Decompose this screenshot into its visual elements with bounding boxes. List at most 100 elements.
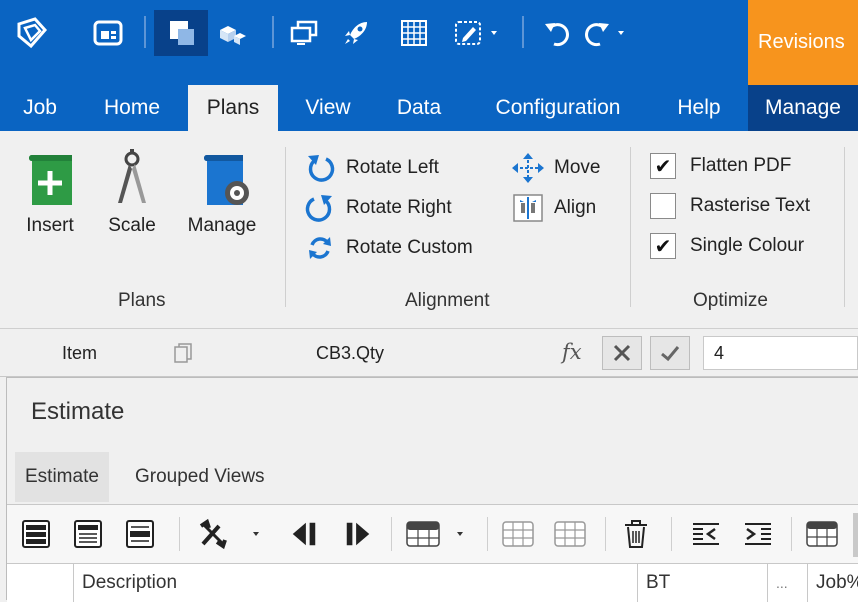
rotate-custom-label: Rotate Custom — [346, 237, 473, 258]
redo-dropdown-icon[interactable] — [578, 10, 632, 56]
grid-header: Description BT ... Job% — [7, 564, 858, 602]
revisions-button[interactable]: Revisions — [748, 0, 858, 85]
toolbar-separator — [791, 517, 792, 551]
estimate-panel: Estimate Estimate Grouped Views Descript… — [6, 377, 858, 602]
qat-separator — [272, 16, 274, 48]
move-icon — [512, 153, 544, 183]
move-button[interactable]: Move — [512, 153, 600, 183]
next-icon[interactable] — [343, 518, 373, 550]
edit-dropdown-icon[interactable] — [450, 10, 506, 56]
undo-icon[interactable] — [538, 10, 578, 56]
rotate-left-label: Rotate Left — [346, 157, 439, 178]
grid-icon[interactable] — [394, 10, 434, 56]
rocket-icon[interactable] — [336, 10, 376, 56]
group-separator — [285, 147, 286, 307]
formula-bar: Item CB3.Qty fx 4 — [0, 330, 858, 377]
insert-row-icon[interactable] — [553, 518, 587, 550]
tab-configuration[interactable]: Configuration — [476, 85, 640, 131]
column-description[interactable]: Description — [73, 564, 637, 602]
subtab-estimate[interactable]: Estimate — [15, 452, 109, 502]
indent-icon[interactable] — [741, 518, 775, 550]
tab-home[interactable]: Home — [90, 85, 174, 131]
scale-button[interactable]: Scale — [102, 149, 162, 237]
plans-group-label: Plans — [118, 290, 166, 311]
fx-icon[interactable]: fx — [562, 340, 582, 364]
alignment-group-label: Alignment — [405, 290, 490, 311]
toolbar-separator — [179, 517, 180, 551]
group-separator — [844, 147, 845, 307]
align-button[interactable]: Align — [512, 193, 596, 223]
flatten-pdf-checkbox[interactable]: ✔ Flatten PDF — [650, 153, 791, 179]
rotate-custom-icon — [309, 237, 331, 259]
check-icon — [661, 346, 680, 362]
manage-plans-button[interactable]: Manage — [180, 149, 264, 237]
rotate-right-label: Rotate Right — [346, 197, 452, 218]
panel-title: Estimate — [31, 398, 125, 425]
qat-separator — [522, 16, 524, 48]
tab-data[interactable]: Data — [384, 85, 454, 131]
align-label: Align — [554, 197, 597, 218]
toolbar-separator — [391, 517, 392, 551]
optimize-group-label: Optimize — [693, 290, 768, 311]
tab-plans[interactable]: Plans — [188, 85, 278, 131]
rotate-left-button[interactable]: Rotate Left — [304, 153, 439, 183]
quick-access-toolbar: Revisions — [0, 0, 858, 85]
single-colour-check-icon: ✔ — [650, 233, 676, 259]
move-label: Move — [554, 157, 601, 178]
single-colour-label: Single Colour — [690, 235, 805, 256]
align-icon — [513, 194, 543, 222]
cell-reference: CB3.Qty — [316, 343, 385, 363]
insert-plan-icon — [29, 155, 72, 205]
insert-column-icon[interactable] — [501, 518, 535, 550]
rows-middle-icon[interactable] — [125, 518, 155, 550]
tab-view[interactable]: View — [292, 85, 364, 131]
window-icon[interactable] — [88, 10, 128, 56]
tab-manage[interactable]: Manage — [748, 85, 858, 131]
ribbon-panel: Insert Scale Manage Plans Rotate Left Ro… — [0, 131, 858, 329]
item-label: Item — [62, 343, 98, 363]
manage-plans-icon — [204, 155, 249, 205]
confirm-button[interactable] — [650, 336, 690, 370]
group-separator — [630, 147, 631, 307]
screens-icon[interactable] — [284, 10, 324, 56]
delete-icon[interactable] — [621, 518, 651, 550]
estimate-toolbar — [7, 504, 858, 564]
toolbar-separator — [605, 517, 606, 551]
table-view-icon[interactable] — [805, 518, 839, 550]
insert-label: Insert — [26, 215, 74, 236]
column-bt[interactable]: BT — [637, 564, 767, 602]
scale-label: Scale — [108, 215, 156, 236]
toolbar-separator — [487, 517, 488, 551]
formula-input[interactable]: 4 — [703, 336, 858, 370]
column-more[interactable]: ... — [767, 564, 807, 602]
layers-icon[interactable] — [154, 10, 208, 56]
rotate-custom-button[interactable]: Rotate Custom — [304, 233, 473, 263]
rotate-right-icon — [305, 195, 332, 222]
tab-help[interactable]: Help — [664, 85, 734, 131]
rasterise-text-box — [650, 193, 676, 219]
toolbar-overflow[interactable] — [853, 513, 858, 557]
previous-icon[interactable] — [289, 518, 319, 550]
ribbon-tabs: Job Home Plans View Data Configuration H… — [0, 85, 858, 131]
tab-job[interactable]: Job — [8, 85, 72, 131]
app-logo-icon[interactable] — [12, 10, 52, 56]
single-colour-checkbox[interactable]: ✔ Single Colour — [650, 233, 804, 259]
rasterise-text-checkbox[interactable]: Rasterise Text — [650, 193, 810, 219]
subtab-grouped-views[interactable]: Grouped Views — [125, 452, 275, 502]
qat-separator — [144, 16, 146, 48]
rotate-right-button[interactable]: Rotate Right — [304, 193, 452, 223]
cubes-icon[interactable] — [212, 10, 252, 56]
rasterise-text-label: Rasterise Text — [690, 195, 811, 216]
rows-top-icon[interactable] — [73, 518, 103, 550]
outdent-icon[interactable] — [689, 518, 723, 550]
tools-dropdown-icon[interactable] — [197, 518, 267, 550]
copy-icon[interactable] — [172, 342, 194, 369]
cancel-button[interactable] — [602, 336, 642, 370]
rotate-left-icon — [308, 155, 335, 182]
rows-all-icon[interactable] — [21, 518, 51, 550]
table-dropdown-icon[interactable] — [405, 518, 471, 550]
compass-icon — [118, 149, 146, 203]
insert-button[interactable]: Insert — [18, 149, 82, 237]
flatten-pdf-check-icon: ✔ — [650, 153, 676, 179]
column-job[interactable]: Job% — [807, 564, 858, 602]
